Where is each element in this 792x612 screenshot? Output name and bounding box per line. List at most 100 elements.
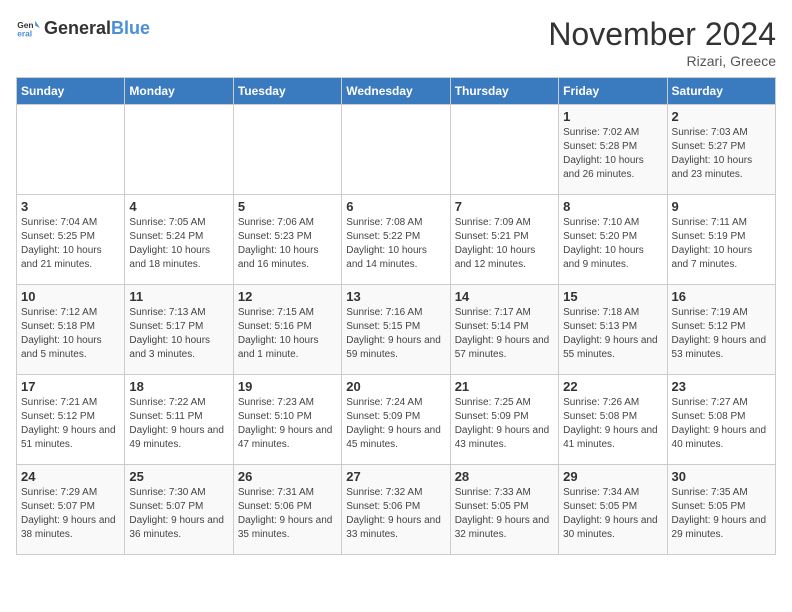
header-tuesday: Tuesday bbox=[233, 78, 341, 105]
location: Rizari, Greece bbox=[548, 53, 776, 69]
calendar-cell: 21 Sunrise: 7:25 AM Sunset: 5:09 PM Dayli… bbox=[450, 375, 558, 465]
day-info: Sunrise: 7:24 AM Sunset: 5:09 PM Dayligh… bbox=[346, 396, 445, 452]
day-number: 14 bbox=[455, 289, 554, 304]
day-info: Sunrise: 7:16 AM Sunset: 5:15 PM Dayligh… bbox=[346, 306, 445, 362]
calendar-cell: 29 Sunrise: 7:34 AM Sunset: 5:05 PM Dayli… bbox=[559, 465, 667, 555]
calendar-cell: 3 Sunrise: 7:04 AM Sunset: 5:25 PM Daylig… bbox=[17, 195, 125, 285]
day-info: Sunrise: 7:32 AM Sunset: 5:06 PM Dayligh… bbox=[346, 486, 445, 542]
day-info: Sunrise: 7:06 AM Sunset: 5:23 PM Dayligh… bbox=[238, 216, 337, 272]
page-header: Gen eral GeneralBlue November 2024 Rizar… bbox=[16, 16, 776, 69]
header-friday: Friday bbox=[559, 78, 667, 105]
day-number: 15 bbox=[563, 289, 662, 304]
day-info: Sunrise: 7:08 AM Sunset: 5:22 PM Dayligh… bbox=[346, 216, 445, 272]
day-number: 7 bbox=[455, 199, 554, 214]
day-info: Sunrise: 7:34 AM Sunset: 5:05 PM Dayligh… bbox=[563, 486, 662, 542]
day-number: 16 bbox=[672, 289, 771, 304]
day-info: Sunrise: 7:15 AM Sunset: 5:16 PM Dayligh… bbox=[238, 306, 337, 362]
day-number: 12 bbox=[238, 289, 337, 304]
week-row-4: 17 Sunrise: 7:21 AM Sunset: 5:12 PM Dayli… bbox=[17, 375, 776, 465]
calendar-cell: 14 Sunrise: 7:17 AM Sunset: 5:14 PM Dayli… bbox=[450, 285, 558, 375]
day-info: Sunrise: 7:33 AM Sunset: 5:05 PM Dayligh… bbox=[455, 486, 554, 542]
day-number: 19 bbox=[238, 379, 337, 394]
day-number: 1 bbox=[563, 109, 662, 124]
day-number: 11 bbox=[129, 289, 228, 304]
header-thursday: Thursday bbox=[450, 78, 558, 105]
day-info: Sunrise: 7:27 AM Sunset: 5:08 PM Dayligh… bbox=[672, 396, 771, 452]
calendar-cell: 5 Sunrise: 7:06 AM Sunset: 5:23 PM Daylig… bbox=[233, 195, 341, 285]
logo: Gen eral GeneralBlue bbox=[16, 16, 150, 40]
week-row-1: 1Sunrise: 7:02 AM Sunset: 5:28 PM Daylig… bbox=[17, 105, 776, 195]
day-number: 6 bbox=[346, 199, 445, 214]
day-number: 3 bbox=[21, 199, 120, 214]
calendar-cell: 7 Sunrise: 7:09 AM Sunset: 5:21 PM Daylig… bbox=[450, 195, 558, 285]
logo-general: General bbox=[44, 18, 111, 38]
day-info: Sunrise: 7:13 AM Sunset: 5:17 PM Dayligh… bbox=[129, 306, 228, 362]
calendar-cell: 25 Sunrise: 7:30 AM Sunset: 5:07 PM Dayli… bbox=[125, 465, 233, 555]
day-number: 8 bbox=[563, 199, 662, 214]
day-info: Sunrise: 7:18 AM Sunset: 5:13 PM Dayligh… bbox=[563, 306, 662, 362]
day-info: Sunrise: 7:11 AM Sunset: 5:19 PM Dayligh… bbox=[672, 216, 771, 272]
day-info: Sunrise: 7:05 AM Sunset: 5:24 PM Dayligh… bbox=[129, 216, 228, 272]
calendar-cell: 19 Sunrise: 7:23 AM Sunset: 5:10 PM Dayli… bbox=[233, 375, 341, 465]
calendar-table: SundayMondayTuesdayWednesdayThursdayFrid… bbox=[16, 77, 776, 555]
title-area: November 2024 Rizari, Greece bbox=[548, 16, 776, 69]
day-info: Sunrise: 7:30 AM Sunset: 5:07 PM Dayligh… bbox=[129, 486, 228, 542]
svg-text:eral: eral bbox=[17, 28, 32, 38]
day-info: Sunrise: 7:23 AM Sunset: 5:10 PM Dayligh… bbox=[238, 396, 337, 452]
calendar-cell: 22Sunrise: 7:26 AM Sunset: 5:08 PM Dayli… bbox=[559, 375, 667, 465]
day-info: Sunrise: 7:17 AM Sunset: 5:14 PM Dayligh… bbox=[455, 306, 554, 362]
generalblue-icon: Gen eral bbox=[16, 16, 40, 40]
calendar-cell bbox=[125, 105, 233, 195]
day-number: 13 bbox=[346, 289, 445, 304]
day-info: Sunrise: 7:19 AM Sunset: 5:12 PM Dayligh… bbox=[672, 306, 771, 362]
logo-wordmark: GeneralBlue bbox=[44, 18, 150, 39]
day-number: 27 bbox=[346, 469, 445, 484]
calendar-cell: 11 Sunrise: 7:13 AM Sunset: 5:17 PM Dayli… bbox=[125, 285, 233, 375]
calendar-cell: 15 Sunrise: 7:18 AM Sunset: 5:13 PM Dayli… bbox=[559, 285, 667, 375]
day-number: 29 bbox=[563, 469, 662, 484]
day-info: Sunrise: 7:26 AM Sunset: 5:08 PM Dayligh… bbox=[563, 396, 662, 452]
header-wednesday: Wednesday bbox=[342, 78, 450, 105]
calendar-cell: 18 Sunrise: 7:22 AM Sunset: 5:11 PM Dayli… bbox=[125, 375, 233, 465]
calendar-cell: 6 Sunrise: 7:08 AM Sunset: 5:22 PM Daylig… bbox=[342, 195, 450, 285]
day-info: Sunrise: 7:29 AM Sunset: 5:07 PM Dayligh… bbox=[21, 486, 120, 542]
calendar-cell: 20 Sunrise: 7:24 AM Sunset: 5:09 PM Dayli… bbox=[342, 375, 450, 465]
month-title: November 2024 bbox=[548, 16, 776, 53]
calendar-cell bbox=[450, 105, 558, 195]
day-number: 25 bbox=[129, 469, 228, 484]
calendar-cell: 1Sunrise: 7:02 AM Sunset: 5:28 PM Daylig… bbox=[559, 105, 667, 195]
day-info: Sunrise: 7:22 AM Sunset: 5:11 PM Dayligh… bbox=[129, 396, 228, 452]
day-info: Sunrise: 7:25 AM Sunset: 5:09 PM Dayligh… bbox=[455, 396, 554, 452]
calendar-cell: 2Sunrise: 7:03 AM Sunset: 5:27 PM Daylig… bbox=[667, 105, 775, 195]
day-number: 2 bbox=[672, 109, 771, 124]
day-info: Sunrise: 7:04 AM Sunset: 5:25 PM Dayligh… bbox=[21, 216, 120, 272]
day-number: 20 bbox=[346, 379, 445, 394]
day-number: 24 bbox=[21, 469, 120, 484]
week-row-2: 3 Sunrise: 7:04 AM Sunset: 5:25 PM Daylig… bbox=[17, 195, 776, 285]
logo-blue: Blue bbox=[111, 18, 150, 38]
day-info: Sunrise: 7:12 AM Sunset: 5:18 PM Dayligh… bbox=[21, 306, 120, 362]
day-number: 9 bbox=[672, 199, 771, 214]
day-info: Sunrise: 7:31 AM Sunset: 5:06 PM Dayligh… bbox=[238, 486, 337, 542]
day-number: 21 bbox=[455, 379, 554, 394]
calendar-cell: 26Sunrise: 7:31 AM Sunset: 5:06 PM Dayli… bbox=[233, 465, 341, 555]
calendar-cell: 27 Sunrise: 7:32 AM Sunset: 5:06 PM Dayli… bbox=[342, 465, 450, 555]
calendar-cell: 17 Sunrise: 7:21 AM Sunset: 5:12 PM Dayli… bbox=[17, 375, 125, 465]
calendar-cell: 28 Sunrise: 7:33 AM Sunset: 5:05 PM Dayli… bbox=[450, 465, 558, 555]
day-info: Sunrise: 7:21 AM Sunset: 5:12 PM Dayligh… bbox=[21, 396, 120, 452]
day-number: 28 bbox=[455, 469, 554, 484]
day-number: 18 bbox=[129, 379, 228, 394]
day-number: 4 bbox=[129, 199, 228, 214]
day-number: 5 bbox=[238, 199, 337, 214]
day-number: 17 bbox=[21, 379, 120, 394]
calendar-cell: 24 Sunrise: 7:29 AM Sunset: 5:07 PM Dayli… bbox=[17, 465, 125, 555]
calendar-cell: 16 Sunrise: 7:19 AM Sunset: 5:12 PM Dayli… bbox=[667, 285, 775, 375]
day-info: Sunrise: 7:10 AM Sunset: 5:20 PM Dayligh… bbox=[563, 216, 662, 272]
calendar-cell: 13 Sunrise: 7:16 AM Sunset: 5:15 PM Dayli… bbox=[342, 285, 450, 375]
day-number: 10 bbox=[21, 289, 120, 304]
calendar-cell bbox=[342, 105, 450, 195]
calendar-cell bbox=[233, 105, 341, 195]
day-info: Sunrise: 7:09 AM Sunset: 5:21 PM Dayligh… bbox=[455, 216, 554, 272]
calendar-header-row: SundayMondayTuesdayWednesdayThursdayFrid… bbox=[17, 78, 776, 105]
day-info: Sunrise: 7:35 AM Sunset: 5:05 PM Dayligh… bbox=[672, 486, 771, 542]
